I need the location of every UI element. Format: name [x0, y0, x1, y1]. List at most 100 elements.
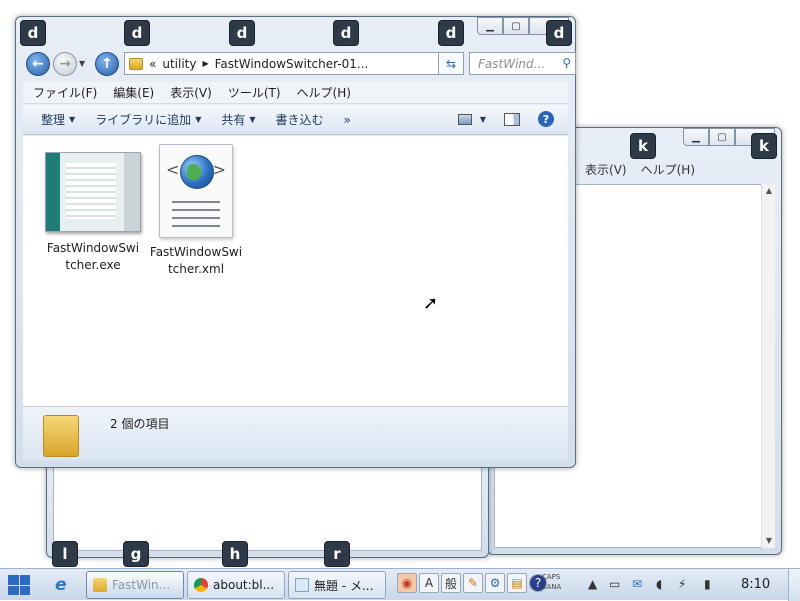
menu-help[interactable]: ヘルプ(H): [641, 161, 695, 178]
hint-badge: r: [324, 541, 350, 567]
taskbar-item-label: about:bl...: [213, 578, 275, 592]
add-to-library-button[interactable]: ライブラリに追加 ▼: [85, 111, 211, 128]
maximize-button[interactable]: ▢: [503, 17, 529, 35]
windows-start-icon[interactable]: [8, 575, 30, 595]
folder-icon: [43, 415, 79, 457]
hint-badge: d: [546, 20, 572, 46]
more-commands-label: »: [343, 112, 351, 127]
share-button[interactable]: 共有 ▼: [211, 111, 265, 128]
back-arrow-icon[interactable]: ←: [26, 52, 50, 76]
breadcrumb-current[interactable]: FastWindowSwitcher-01...: [215, 57, 369, 71]
action-center-icon[interactable]: ▭: [609, 577, 620, 591]
scroll-up-icon[interactable]: ▲: [762, 184, 776, 198]
taskbar-item-notepad[interactable]: 無題 - メ...: [288, 571, 386, 599]
ime-logo-icon[interactable]: ◉: [397, 573, 417, 593]
forward-arrow-icon[interactable]: →: [53, 52, 77, 76]
preview-pane-icon[interactable]: [504, 112, 520, 126]
refresh-icon[interactable]: ⇆: [438, 52, 464, 75]
internet-explorer-icon[interactable]: e: [55, 575, 67, 595]
item-count: 2 個の項目: [110, 417, 170, 431]
hint-badge: g: [123, 541, 149, 567]
menu-help[interactable]: ヘルプ(H): [297, 84, 351, 101]
up-folder-icon[interactable]: ↑: [95, 52, 119, 76]
details-pane: 2 個の項目: [23, 406, 568, 461]
explorer-window[interactable]: ▁ ▢ ✕ ← → ▼ ↑ « utility ▶ FastWindowSwit…: [15, 16, 576, 468]
xml-document-icon: < >: [159, 144, 233, 238]
file-item-xml[interactable]: < > FastWindowSwi tcher.xml: [146, 144, 246, 278]
explorer-menubar: ファイル(F) 編集(E) 表示(V) ツール(T) ヘルプ(H): [23, 82, 568, 104]
taskbar: e FastWin... about:bl... 無題 - メ... ◉ A 般…: [0, 568, 800, 601]
chevron-down-icon: ▼: [69, 115, 76, 124]
power-icon[interactable]: ⚡: [678, 577, 686, 591]
navigation-bar: ← → ▼ ↑ « utility ▶ FastWindowSwitcher-0…: [24, 50, 576, 76]
volume-icon[interactable]: ◖: [656, 577, 662, 591]
taskbar-item-explorer[interactable]: FastWin...: [86, 571, 184, 599]
ime-properties-icon[interactable]: ▤: [507, 573, 527, 593]
file-name-line1: FastWindowSwi: [46, 241, 140, 255]
chevron-down-icon: ▼: [195, 115, 202, 124]
help-icon[interactable]: ?: [538, 111, 554, 127]
mail-icon[interactable]: ✉: [632, 577, 642, 591]
hint-badge: d: [438, 20, 464, 46]
menu-tools[interactable]: ツール(T): [228, 84, 281, 101]
vertical-scrollbar[interactable]: ▲ ▼: [761, 184, 775, 548]
menu-edit[interactable]: 編集(E): [113, 84, 154, 101]
view-icon: [457, 113, 472, 125]
ime-mode-label: 般: [444, 576, 457, 591]
file-list[interactable]: FastWindowSwi tcher.exe < > FastWindowSw…: [23, 136, 568, 406]
chevron-down-icon: ▼: [479, 114, 486, 124]
caps-label: CAPS: [542, 573, 561, 581]
address-bar[interactable]: « utility ▶ FastWindowSwitcher-01... ▼: [124, 52, 456, 75]
command-bar: 整理 ▼ ライブラリに追加 ▼ 共有 ▼ 書き込む » ▼ ?: [23, 105, 568, 135]
ime-tools-icon[interactable]: ⚙: [485, 573, 505, 593]
network-signal-icon[interactable]: ▮: [704, 577, 711, 591]
application-thumbnail-icon: [45, 152, 141, 232]
view-controls: ▼ ?: [457, 111, 554, 127]
search-placeholder: FastWind...: [478, 56, 546, 71]
minimize-button[interactable]: ▁: [477, 17, 503, 35]
organize-button[interactable]: 整理 ▼: [31, 111, 85, 128]
file-item-exe[interactable]: FastWindowSwi tcher.exe: [43, 152, 143, 274]
file-name-line2: tcher.xml: [167, 262, 225, 276]
hint-badge: d: [333, 20, 359, 46]
hint-badge: h: [222, 541, 248, 567]
bracket-left-icon: <: [166, 160, 180, 179]
bracket-right-icon: >: [212, 160, 226, 179]
maximize-button[interactable]: ▢: [709, 128, 735, 146]
background-window-client: [53, 457, 482, 551]
minimize-button[interactable]: ▁: [683, 128, 709, 146]
file-name-line2: tcher.exe: [65, 258, 121, 272]
breadcrumb-separator-icon[interactable]: ▶: [202, 59, 208, 68]
breadcrumb-utility[interactable]: utility: [162, 57, 196, 71]
organize-label: 整理: [41, 113, 66, 127]
ime-mode-button[interactable]: 般: [441, 573, 461, 593]
hint-badge: k: [630, 133, 656, 159]
caps-kana-indicator[interactable]: CAPS KANA: [542, 572, 561, 592]
notepad-icon: [295, 578, 309, 592]
ime-mode-a-icon[interactable]: A: [419, 573, 439, 593]
text-lines-icon: [172, 201, 220, 231]
taskbar-item-chrome[interactable]: about:bl...: [187, 571, 285, 599]
search-icon[interactable]: ⚲: [562, 56, 571, 70]
show-desktop-button[interactable]: [788, 569, 800, 601]
change-view-button[interactable]: ▼: [457, 113, 486, 125]
more-commands-button[interactable]: »: [334, 113, 361, 127]
address-prefix[interactable]: «: [149, 57, 156, 71]
folder-icon: [129, 57, 143, 70]
hint-badge: l: [52, 541, 78, 567]
burn-label: 書き込む: [275, 113, 324, 127]
search-input[interactable]: FastWind... ⚲: [469, 52, 576, 75]
taskbar-item-label: 無題 - メ...: [314, 578, 374, 593]
burn-button[interactable]: 書き込む: [266, 111, 334, 128]
ime-dictionary-icon[interactable]: ✎: [463, 573, 483, 593]
show-hidden-icons-icon[interactable]: ▲: [588, 577, 597, 591]
scroll-down-icon[interactable]: ▼: [762, 534, 776, 548]
menu-view[interactable]: 表示(V): [170, 84, 212, 101]
ime-toolbar: ◉ A 般 ✎ ⚙ ▤ ?: [397, 573, 547, 593]
kana-label: KANA: [542, 583, 562, 591]
history-dropdown-icon[interactable]: ▼: [79, 59, 89, 69]
clock[interactable]: 8:10: [741, 577, 770, 592]
menu-file[interactable]: ファイル(F): [33, 84, 97, 101]
file-name-line1: FastWindowSwi: [149, 245, 243, 259]
menu-view[interactable]: 表示(V): [585, 161, 627, 178]
